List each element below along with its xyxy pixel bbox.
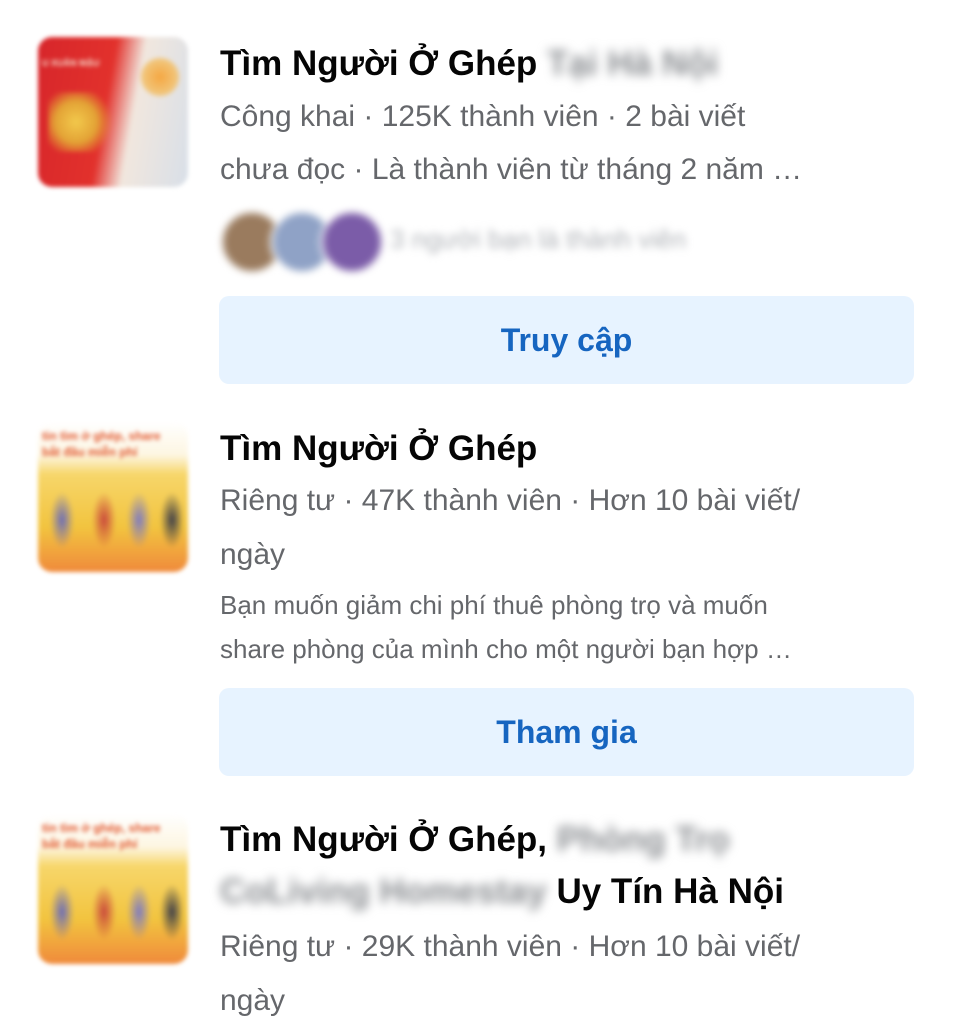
join-group-button[interactable]: Tham gia xyxy=(219,688,914,776)
cover-caption: U XUÂN MẬU xyxy=(42,58,100,68)
group-cover-image[interactable]: tin tìm ở ghép, share bắt đầu miễn phí xyxy=(38,422,188,572)
cover-caption: tin tìm ở ghép, share bắt đầu miễn phí xyxy=(42,429,161,459)
group-meta-line-1: Công khai · 125K thành viên · 2 bài viết xyxy=(220,100,746,133)
group-result-2[interactable]: tin tìm ở ghép, share bắt đầu miễn phí T… xyxy=(0,400,953,790)
group-name[interactable]: Tìm Người Ở Ghép Tại Hà Nội xyxy=(220,38,910,90)
group-meta-line-1: Riêng tư · 47K thành viên · Hơn 10 bài v… xyxy=(220,484,801,517)
friends-text: 3 người bạn là thành viên xyxy=(390,224,687,254)
group-name-obscured: CoLiving Homestay xyxy=(220,872,547,911)
visit-group-button[interactable]: Truy cập xyxy=(219,296,914,384)
cover-caption: tin tìm ở ghép, share bắt đầu miễn phí xyxy=(42,821,161,851)
group-description-line-1: Bạn muốn giảm chi phí thuê phòng trọ và … xyxy=(220,590,768,620)
group-meta-line-2: ngày xyxy=(220,984,286,1017)
group-name-visible: Tìm Người Ở Ghép, xyxy=(220,820,548,859)
group-name-obscured: Tại Hà Nội xyxy=(547,44,719,83)
group-description-line-2: share phòng của mình cho một người bạn h… xyxy=(220,634,792,664)
group-meta-line-2: ngày xyxy=(220,538,286,571)
group-meta-line-1: Riêng tư · 29K thành viên · Hơn 10 bài v… xyxy=(220,930,801,963)
friend-avatar xyxy=(320,210,384,274)
group-name-visible-2: Uy Tín Hà Nội xyxy=(556,872,784,911)
group-result-3[interactable]: tin tìm ở ghép, share bắt đầu miễn phí T… xyxy=(0,790,953,1024)
group-name[interactable]: Tìm Người Ở Ghép, Phòng Trọ CoLiving Hom… xyxy=(220,814,910,918)
group-cover-image[interactable]: U XUÂN MẬU xyxy=(38,37,188,187)
friends-in-group: 3 người bạn là thành viên xyxy=(220,210,820,274)
group-cover-image[interactable]: tin tìm ở ghép, share bắt đầu miễn phí xyxy=(38,814,188,964)
group-meta-line-2: chưa đọc · Là thành viên từ tháng 2 năm … xyxy=(220,153,803,186)
group-name-obscured: Phòng Trọ xyxy=(556,820,730,859)
group-result-1[interactable]: U XUÂN MẬU Tìm Người Ở Ghép Tại Hà Nội C… xyxy=(0,0,953,400)
group-name[interactable]: Tìm Người Ở Ghép xyxy=(220,423,910,475)
group-name-visible: Tìm Người Ở Ghép xyxy=(220,44,538,83)
